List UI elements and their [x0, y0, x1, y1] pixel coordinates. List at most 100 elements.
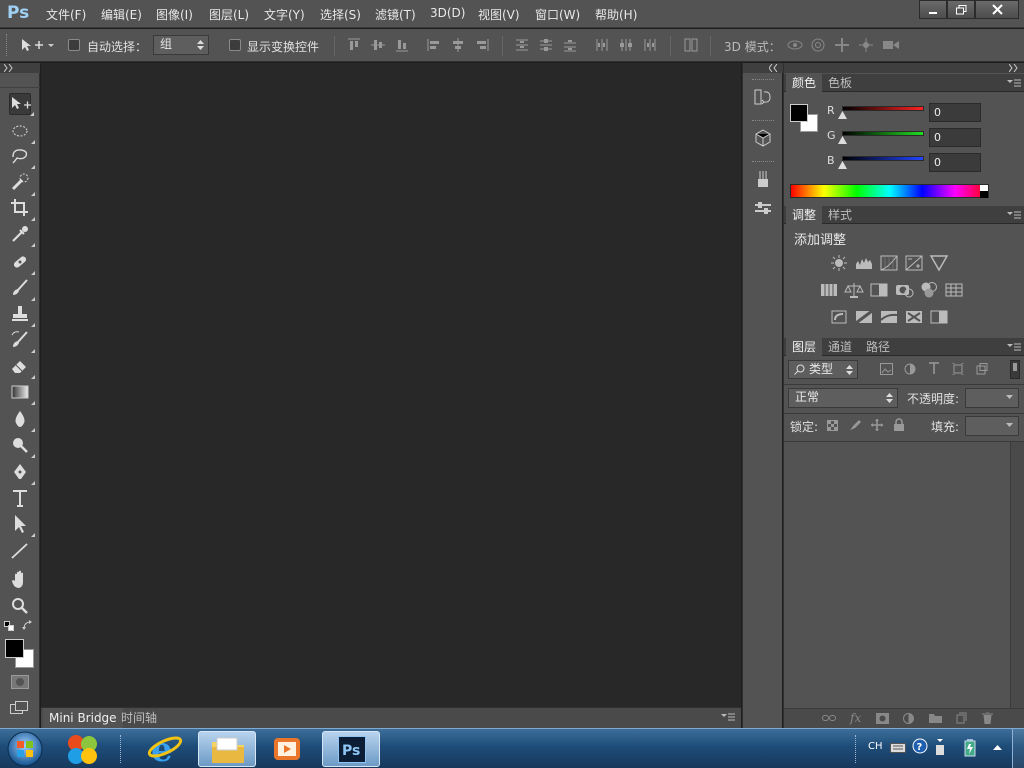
filter-adjustment-icon[interactable]: [904, 363, 916, 375]
panel-menu-icon[interactable]: [1007, 79, 1021, 88]
black-white-icon[interactable]: [869, 281, 889, 298]
panel-menu-icon[interactable]: [1007, 211, 1021, 220]
show-hidden-icons-icon[interactable]: [993, 744, 1002, 750]
gradient-map-icon[interactable]: [904, 308, 924, 325]
tab-mini-bridge[interactable]: Mini Bridge: [43, 708, 123, 728]
filter-toggle-switch[interactable]: [1010, 360, 1020, 379]
default-colors-icon[interactable]: [4, 621, 14, 631]
filter-smart-object-icon[interactable]: [976, 363, 988, 375]
panel-menu-icon[interactable]: [1007, 343, 1021, 352]
delete-layer-icon[interactable]: [982, 712, 993, 724]
slider-thumb-icon[interactable]: [838, 161, 847, 169]
pen-tool-button[interactable]: [9, 461, 35, 485]
ime-options-icon[interactable]: [934, 737, 946, 757]
3d-panel-icon[interactable]: [753, 128, 773, 148]
channel-slider[interactable]: [842, 131, 924, 136]
brush-presets-icon[interactable]: [753, 169, 773, 189]
auto-select-dropdown[interactable]: 组: [153, 35, 209, 55]
link-layers-icon[interactable]: [822, 713, 836, 723]
distribute-hcenter-icon[interactable]: [618, 37, 634, 53]
lock-position-icon[interactable]: [871, 419, 883, 431]
color-spectrum-ramp[interactable]: [790, 184, 989, 198]
screen-mode-icon[interactable]: [10, 701, 28, 715]
auto-align-layers-icon[interactable]: [683, 37, 699, 53]
align-left-icon[interactable]: [426, 37, 442, 53]
align-vcenter-icon[interactable]: [370, 37, 386, 53]
taskbar-file-explorer[interactable]: [198, 731, 256, 767]
gradient-tool-button[interactable]: [9, 381, 35, 405]
3d-scale-icon[interactable]: [882, 37, 899, 53]
distribute-left-icon[interactable]: [594, 37, 610, 53]
threshold-icon[interactable]: [879, 308, 899, 325]
channel-slider[interactable]: [842, 156, 924, 161]
lock-all-icon[interactable]: [894, 418, 904, 431]
battery-icon[interactable]: [964, 739, 976, 757]
tab-color[interactable]: 颜色: [786, 74, 823, 92]
channel-value-field[interactable]: 0: [929, 103, 981, 122]
tab-channels[interactable]: 通道: [822, 338, 858, 356]
posterize-icon[interactable]: [854, 308, 874, 325]
menu-window[interactable]: 窗口(W): [535, 6, 580, 23]
toolbar-grip[interactable]: [0, 74, 40, 88]
new-group-icon[interactable]: [929, 713, 942, 723]
lock-image-icon[interactable]: [849, 419, 862, 431]
channel-value-field[interactable]: 0: [929, 128, 981, 147]
show-transform-checkbox[interactable]: [229, 39, 241, 51]
opacity-field[interactable]: [965, 388, 1019, 408]
slider-thumb-icon[interactable]: [838, 111, 847, 119]
vibrance-icon[interactable]: [929, 254, 949, 272]
eraser-tool-button[interactable]: [9, 355, 35, 379]
levels-icon[interactable]: [854, 254, 874, 271]
filter-type-icon[interactable]: [928, 362, 940, 375]
move-tool-button[interactable]: [9, 93, 34, 116]
path-select-tool-button[interactable]: [9, 513, 35, 537]
show-desktop-button[interactable]: [1012, 729, 1024, 768]
align-bottom-icon[interactable]: [394, 37, 410, 53]
add-mask-icon[interactable]: [876, 713, 889, 724]
menu-3d[interactable]: 3D(D): [430, 6, 465, 20]
filter-shape-icon[interactable]: [952, 363, 964, 375]
windows-logo-icon[interactable]: [64, 731, 102, 767]
document-workspace[interactable]: [41, 63, 741, 707]
new-adjustment-layer-icon[interactable]: [903, 713, 914, 724]
lasso-tool-button[interactable]: [9, 145, 35, 169]
layers-list[interactable]: [784, 442, 1010, 708]
keyboard-icon[interactable]: [890, 740, 906, 754]
invert-icon[interactable]: [829, 308, 849, 325]
dodge-tool-button[interactable]: [9, 434, 35, 458]
channel-value-field[interactable]: 0: [929, 153, 981, 172]
distribute-right-icon[interactable]: [642, 37, 658, 53]
new-layer-icon[interactable]: [956, 712, 968, 724]
3d-drag-icon[interactable]: [834, 37, 850, 53]
distribute-vcenter-icon[interactable]: [538, 37, 554, 53]
toolbar-collapse-bar[interactable]: [0, 63, 40, 73]
healing-brush-tool-button[interactable]: [9, 251, 35, 275]
brush-tool-button[interactable]: [9, 277, 35, 301]
3d-roll-icon[interactable]: [810, 37, 826, 53]
eyedropper-tool-button[interactable]: [9, 223, 35, 247]
channel-mixer-icon[interactable]: [919, 281, 939, 298]
filter-pixel-icon[interactable]: [880, 363, 893, 375]
input-language-indicator[interactable]: CH: [868, 741, 883, 752]
distribute-top-icon[interactable]: [514, 37, 530, 53]
foreground-color-swatch[interactable]: [5, 639, 24, 658]
clone-stamp-tool-button[interactable]: [9, 303, 35, 327]
tab-timeline[interactable]: 时间轴: [115, 708, 163, 728]
layer-filter-dropdown[interactable]: 类型: [788, 360, 858, 379]
type-tool-button[interactable]: [9, 487, 31, 509]
right-panel-collapse-bar[interactable]: [784, 63, 1024, 73]
line-tool-button[interactable]: [9, 540, 31, 562]
distribute-bottom-icon[interactable]: [562, 37, 578, 53]
blur-tool-button[interactable]: [9, 408, 35, 432]
menu-help[interactable]: 帮助(H): [595, 6, 637, 23]
swap-colors-icon[interactable]: [22, 620, 34, 632]
panel-menu-icon[interactable]: [721, 713, 735, 722]
hue-saturation-icon[interactable]: [819, 281, 839, 298]
blend-mode-dropdown[interactable]: 正常: [788, 388, 898, 408]
restore-button[interactable]: [947, 0, 975, 19]
quick-mask-icon[interactable]: [11, 675, 29, 689]
align-hcenter-icon[interactable]: [450, 37, 466, 53]
options-grip[interactable]: [6, 34, 9, 56]
align-right-icon[interactable]: [474, 37, 490, 53]
tab-swatches[interactable]: 色板: [822, 74, 858, 92]
